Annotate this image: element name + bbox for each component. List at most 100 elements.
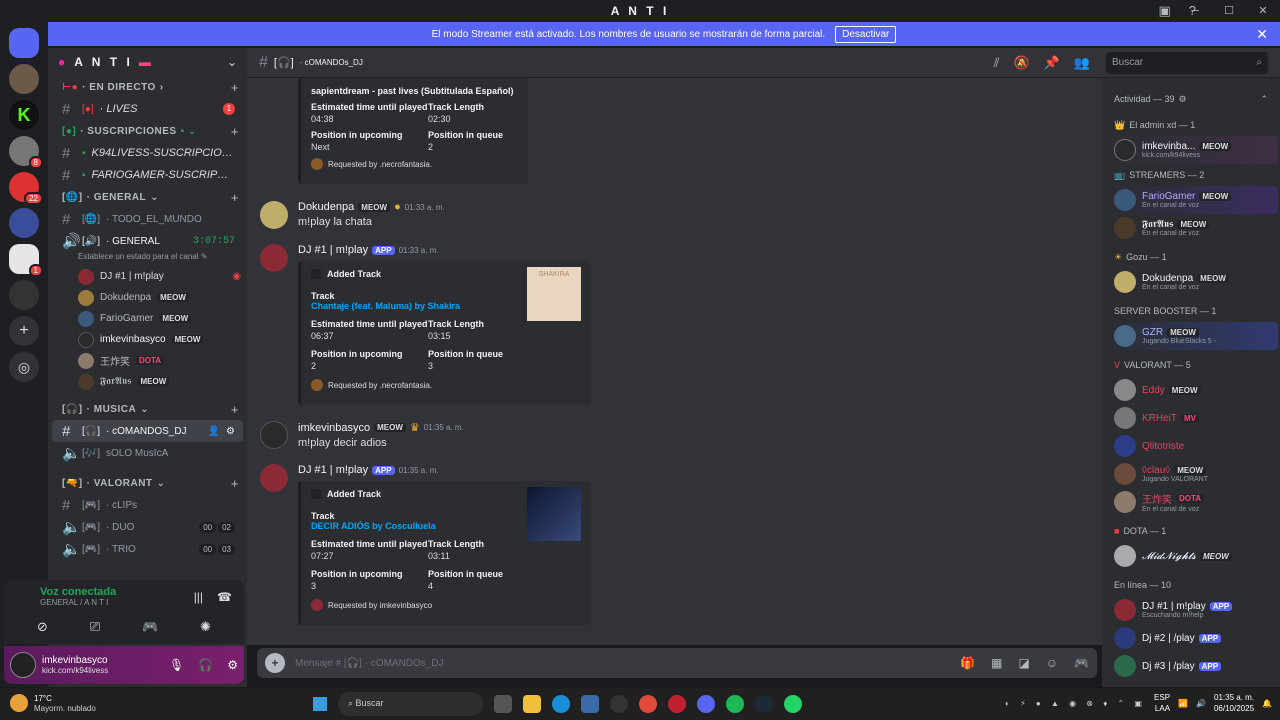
server-icon[interactable] (9, 64, 39, 94)
channel-clips[interactable]: # [🎮] · cLIPs (52, 494, 243, 516)
task-view-icon[interactable] (494, 695, 512, 713)
channel-status-prompt[interactable]: Establece un estado para el canal ✎ (48, 252, 247, 266)
album-thumbnail[interactable]: SHAKIRA (527, 267, 581, 321)
notifications-muted-icon[interactable]: 🔕 (1013, 55, 1029, 71)
tray-icons[interactable]: ◐ ⚡ ● ▲ ◉ ⊗ ♦ ⌃ ▣ (1005, 699, 1146, 708)
screen-share-icon[interactable]: ⎚ (90, 619, 100, 635)
threads-icon[interactable]: ⫽ (994, 55, 1000, 71)
noise-suppression-icon[interactable]: ||| (194, 590, 203, 604)
wifi-icon[interactable]: 📶 (1178, 699, 1188, 708)
voice-user[interactable]: Dokudenpa MEOW (48, 287, 247, 308)
add-server-icon[interactable]: + (9, 316, 39, 346)
voice-user[interactable]: 𝕱𝖆𝖗𝕬𝖚𝖘 MEOW (48, 371, 247, 392)
author-name[interactable]: Dokudenpa (298, 201, 354, 213)
minimize-button[interactable]: ─ (1178, 0, 1212, 22)
close-banner-icon[interactable]: ✕ (1256, 26, 1268, 43)
add-channel-icon[interactable]: + (231, 190, 239, 205)
add-channel-icon[interactable]: + (231, 402, 239, 417)
invite-icon[interactable]: 👤 (208, 426, 220, 437)
close-window-button[interactable]: ✕ (1246, 0, 1280, 22)
steam-icon[interactable] (755, 695, 773, 713)
voice-user[interactable]: imkevinbasyco MEOW (48, 329, 247, 350)
author-name[interactable]: DJ #1 | m!play (298, 464, 368, 476)
start-button[interactable] (313, 697, 327, 711)
avatar[interactable] (260, 201, 288, 229)
author-name[interactable]: imkevinbasyco (298, 422, 370, 434)
server-icon[interactable] (9, 208, 39, 238)
voice-user[interactable]: 王炸笑 DOTA (48, 350, 247, 371)
app-icon[interactable] (581, 695, 599, 713)
member-item[interactable]: imkevinba... MEOW kick.com/k94livess (1104, 136, 1278, 164)
anti-server-icon[interactable]: 1 (9, 244, 43, 277)
server-icon[interactable]: 8 (9, 136, 43, 169)
member-item[interactable]: ◊clau◊ MEOW Jugando VALORANT (1104, 460, 1278, 488)
server-icon[interactable]: 22 (9, 172, 43, 205)
deactivate-button[interactable]: Desactivar (835, 25, 897, 43)
taskbar-search[interactable]: ⌕ Buscar (338, 692, 483, 716)
discover-icon[interactable]: ◎ (9, 352, 39, 382)
voice-channel-duo[interactable]: 🔈 [🎮] · DUO 00 02 (52, 516, 243, 538)
clock[interactable]: 01:35 a. m. 06/10/2025 (1214, 692, 1254, 714)
channel-k94[interactable]: # ▪ K94LIVESS-SUSCRIPCIONE... (52, 142, 243, 164)
apps-icon[interactable]: 🎮 (1074, 656, 1089, 670)
member-item[interactable]: Dj #2 | /play APP (1104, 624, 1278, 652)
maximize-button[interactable]: ☐ (1212, 0, 1246, 22)
discord-icon[interactable] (697, 695, 715, 713)
microphone-icon[interactable]: 🎙 (169, 658, 184, 672)
gift-icon[interactable]: 🎁 (960, 656, 975, 670)
username[interactable]: imkevinbasyco (42, 655, 108, 666)
gif-icon[interactable]: ▦ (991, 656, 1002, 670)
voice-channel-general[interactable]: 🔊 [🔊] · GENERAL 3:07:57 (52, 230, 243, 252)
edge-icon[interactable] (552, 695, 570, 713)
member-item[interactable]: Dj #3 | /play APP (1104, 652, 1278, 680)
add-channel-icon[interactable]: + (231, 124, 239, 139)
server-header[interactable]: ● A N T I ▬ ⌄ (48, 48, 247, 76)
member-item[interactable]: FarioGamer MEOW En el canal de voz (1104, 186, 1278, 214)
avatar[interactable] (10, 652, 36, 678)
avatar[interactable] (260, 244, 288, 272)
add-channel-icon[interactable]: + (231, 476, 239, 491)
activity-icon[interactable]: 🎮 (142, 619, 158, 635)
album-thumbnail[interactable] (527, 487, 581, 541)
member-item[interactable]: 王炸笑 DOTA En el canal de voz (1104, 488, 1278, 516)
server-folder-icon[interactable] (9, 280, 39, 310)
soundboard-icon[interactable]: ✺ (200, 619, 211, 635)
headphones-icon[interactable]: 🎧 (198, 658, 213, 672)
activity-header[interactable]: Actividad — 39 ⚙ ⌃ (1102, 88, 1280, 110)
direct-messages-icon[interactable] (9, 28, 39, 58)
member-item[interactable]: DJ #1 | m!play APP Escuchando m!help (1104, 596, 1278, 624)
sticker-icon[interactable]: ◪ (1018, 656, 1029, 670)
whatsapp-icon[interactable] (784, 695, 802, 713)
camera-off-icon[interactable]: ⊘ (37, 619, 48, 635)
voice-user[interactable]: DJ #1 | m!play ◉ (48, 266, 247, 287)
voice-channel-solo[interactable]: 🔈 [🎶] sOLO MusIcA (52, 442, 243, 464)
category-directo[interactable]: ⊢● · EN DIRECTO › + (48, 76, 247, 98)
spotify-icon[interactable] (726, 695, 744, 713)
notifications-icon[interactable]: 🔔 (1262, 699, 1272, 708)
chrome-icon[interactable] (639, 695, 657, 713)
inbox-icon[interactable]: ▣ (1158, 3, 1170, 19)
channel-lives[interactable]: # [●] · LIVES 1 (52, 98, 243, 120)
member-list-icon[interactable]: 👥 (1074, 55, 1090, 71)
voice-user[interactable]: FarioGamer MEOW (48, 308, 247, 329)
avatar[interactable] (260, 464, 288, 492)
avatar[interactable] (260, 421, 288, 449)
member-item[interactable]: Eddy MEOW (1104, 376, 1278, 404)
chevron-down-icon[interactable]: ⌄ (227, 55, 237, 69)
category-general[interactable]: [🌐] · GENERAL ⌄ + (48, 186, 247, 208)
member-item[interactable]: Qlitotriste (1104, 432, 1278, 460)
message-input[interactable]: Mensaje # [🎧] · cOMANDOs_DJ (295, 658, 950, 669)
weather-icon[interactable] (10, 694, 28, 712)
voice-status[interactable]: Voz conectada (40, 586, 194, 598)
voice-channel-trio[interactable]: 🔈 [🎮] · TRIO 00 03 (52, 538, 243, 560)
category-suscripciones[interactable]: [●] · SUSCRIPCIONES ▪ ⌄ + (48, 120, 247, 142)
settings-icon[interactable]: ⚙ (226, 426, 235, 437)
weather-widget[interactable]: 17°C Mayorm. nublado (34, 694, 96, 714)
add-channel-icon[interactable]: + (231, 80, 239, 95)
app-icon[interactable] (668, 695, 686, 713)
member-item[interactable]: KRHeiT MV (1104, 404, 1278, 432)
add-attachment-button[interactable]: + (265, 653, 285, 673)
app-icon[interactable] (610, 695, 628, 713)
category-musica[interactable]: [🎧] · MUSICA ⌄ + (48, 398, 247, 420)
disconnect-icon[interactable]: ☎ (217, 590, 232, 604)
